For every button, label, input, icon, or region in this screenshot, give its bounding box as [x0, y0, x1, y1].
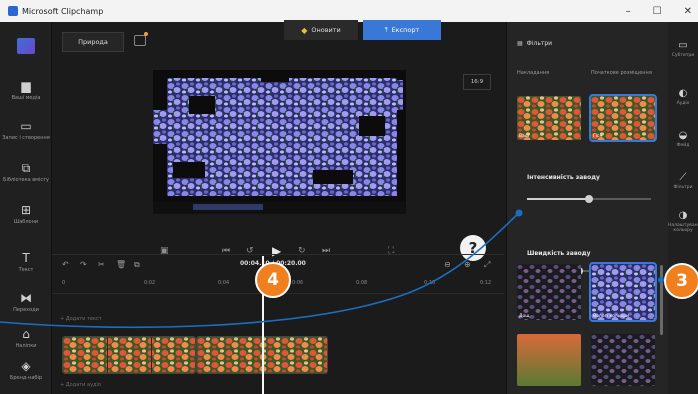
sidebar-item-fade[interactable]: ◒ Фейд — [668, 130, 698, 148]
undo-icon[interactable]: ↶ — [62, 260, 69, 269]
clipchamp-logo-icon — [17, 38, 35, 54]
maximize-icon[interactable]: ☐ — [653, 6, 662, 17]
preview-frame — [153, 70, 406, 214]
column-label: Накладання — [517, 70, 550, 76]
sidebar-item-captions[interactable]: ▭ Субтитри — [668, 40, 698, 58]
sidebar-item-library[interactable]: ⧉ Бібліотека вмісту — [0, 162, 52, 183]
slider-label: Інтенсивність заводу — [527, 174, 600, 181]
sync-status-dot — [144, 32, 148, 36]
sidebar-item-color[interactable]: ◑Налаштування кольору — [668, 210, 698, 233]
right-sidebar: ▭ Субтитри ◐ Аудіо ◒ Фейд ⟋ Фільтри ◑ Налашту… — [668, 22, 698, 394]
app-logo-icon — [8, 6, 18, 16]
sidebar-item-transitions[interactable]: ⧓ Переходи — [0, 292, 52, 313]
brand-icon: ◈ — [21, 359, 31, 373]
cut-icon[interactable]: ✂ — [98, 260, 105, 269]
sidebar-item-templates[interactable]: ⊞ Шаблони — [0, 204, 52, 225]
sidebar-item-stickers[interactable]: ⌂ Наліпки — [0, 328, 52, 349]
fit-timeline-icon[interactable]: ⤢ — [484, 260, 490, 270]
window-title: Microsoft Clipchamp — [22, 6, 104, 16]
wand-icon: ⟋ — [679, 172, 687, 183]
cloud-sync-icon[interactable] — [134, 35, 146, 46]
filter-thumbnail-selected[interactable]: Вологі кольори — [589, 262, 657, 322]
audio-icon: ◐ — [678, 88, 688, 99]
redo-icon[interactable]: ↷ — [80, 260, 87, 269]
export-button[interactable]: ⤒ Експорт — [363, 20, 441, 40]
zoom-in-icon[interactable]: ⊕ — [464, 260, 471, 269]
filter-thumbnail-selected[interactable]: Гісн — [589, 94, 657, 142]
stickers-icon: ⌂ — [22, 327, 30, 341]
filter-thumbnail[interactable]: Дощ — [517, 264, 581, 320]
templates-icon: ⊞ — [20, 203, 32, 217]
video-preview[interactable] — [153, 70, 406, 214]
upload-icon: ⤒ — [384, 25, 388, 34]
filter-thumbnail[interactable] — [591, 334, 655, 386]
slider-knob[interactable] — [585, 195, 593, 203]
upgrade-button[interactable]: ◆ Оновити — [284, 20, 358, 40]
audio-track-placeholder[interactable]: + Додати аудіо — [60, 382, 500, 394]
zoom-out-icon[interactable]: ⊖ — [444, 260, 451, 269]
minimize-icon[interactable]: – — [626, 6, 631, 17]
title-bar: Microsoft Clipchamp – ☐ ✕ — [0, 0, 698, 22]
text-track-placeholder[interactable]: + Додати текст — [60, 316, 500, 330]
timeline-clip[interactable] — [62, 336, 196, 374]
sidebar-item-text[interactable]: T Текст — [0, 252, 52, 273]
folder-icon: ▆ — [21, 79, 31, 93]
column-label: Початкове розміщення — [591, 70, 652, 76]
filters-panel: ▦ Фільтри Накладання Початкове розміщення… — [506, 22, 668, 394]
transitions-icon: ⧓ — [20, 291, 32, 305]
duplicate-icon[interactable]: ⧉ — [134, 260, 140, 270]
sidebar-item-brand[interactable]: ◈ Бренд-набір — [0, 360, 52, 381]
sidebar-item-filters[interactable]: ⟋ Фільтри — [668, 172, 698, 190]
filters-icon: ▦ — [517, 40, 523, 47]
delete-icon[interactable]: 🗑 — [116, 260, 126, 269]
color-icon: ◑ — [678, 210, 688, 221]
text-icon: T — [22, 251, 30, 265]
record-icon: ▭ — [20, 119, 32, 133]
filter-thumbnail[interactable] — [517, 334, 581, 386]
callout-badge-4: 4 — [255, 262, 291, 298]
clip-thumbnail — [63, 337, 195, 373]
panel-scrollbar[interactable] — [660, 265, 663, 335]
aspect-ratio-button[interactable]: 16:9 — [463, 74, 491, 90]
sidebar-item-record[interactable]: ▭ Запис і створення — [0, 120, 52, 141]
library-icon: ⧉ — [21, 161, 31, 175]
fade-icon: ◒ — [678, 130, 688, 141]
intensity-slider[interactable] — [527, 195, 651, 203]
sidebar-item-media[interactable]: ▆ Ваші медіа — [0, 80, 52, 101]
callout-badge-3: 3 — [664, 263, 698, 299]
project-name-button[interactable]: Природа — [62, 32, 124, 52]
close-icon[interactable]: ✕ — [684, 6, 692, 17]
sidebar-item-audio[interactable]: ◐ Аудіо — [668, 88, 698, 106]
filter-thumbnail[interactable]: Ваш — [517, 96, 581, 140]
diamond-icon: ◆ — [301, 25, 308, 35]
left-sidebar: ▆ Ваші медіа ▭ Запис і створення ⧉ Бібліоте… — [0, 22, 52, 394]
slider-label: Швидкість заводу — [527, 250, 591, 257]
captions-icon: ▭ — [678, 40, 688, 51]
panel-title: ▦ Фільтри — [517, 40, 553, 47]
